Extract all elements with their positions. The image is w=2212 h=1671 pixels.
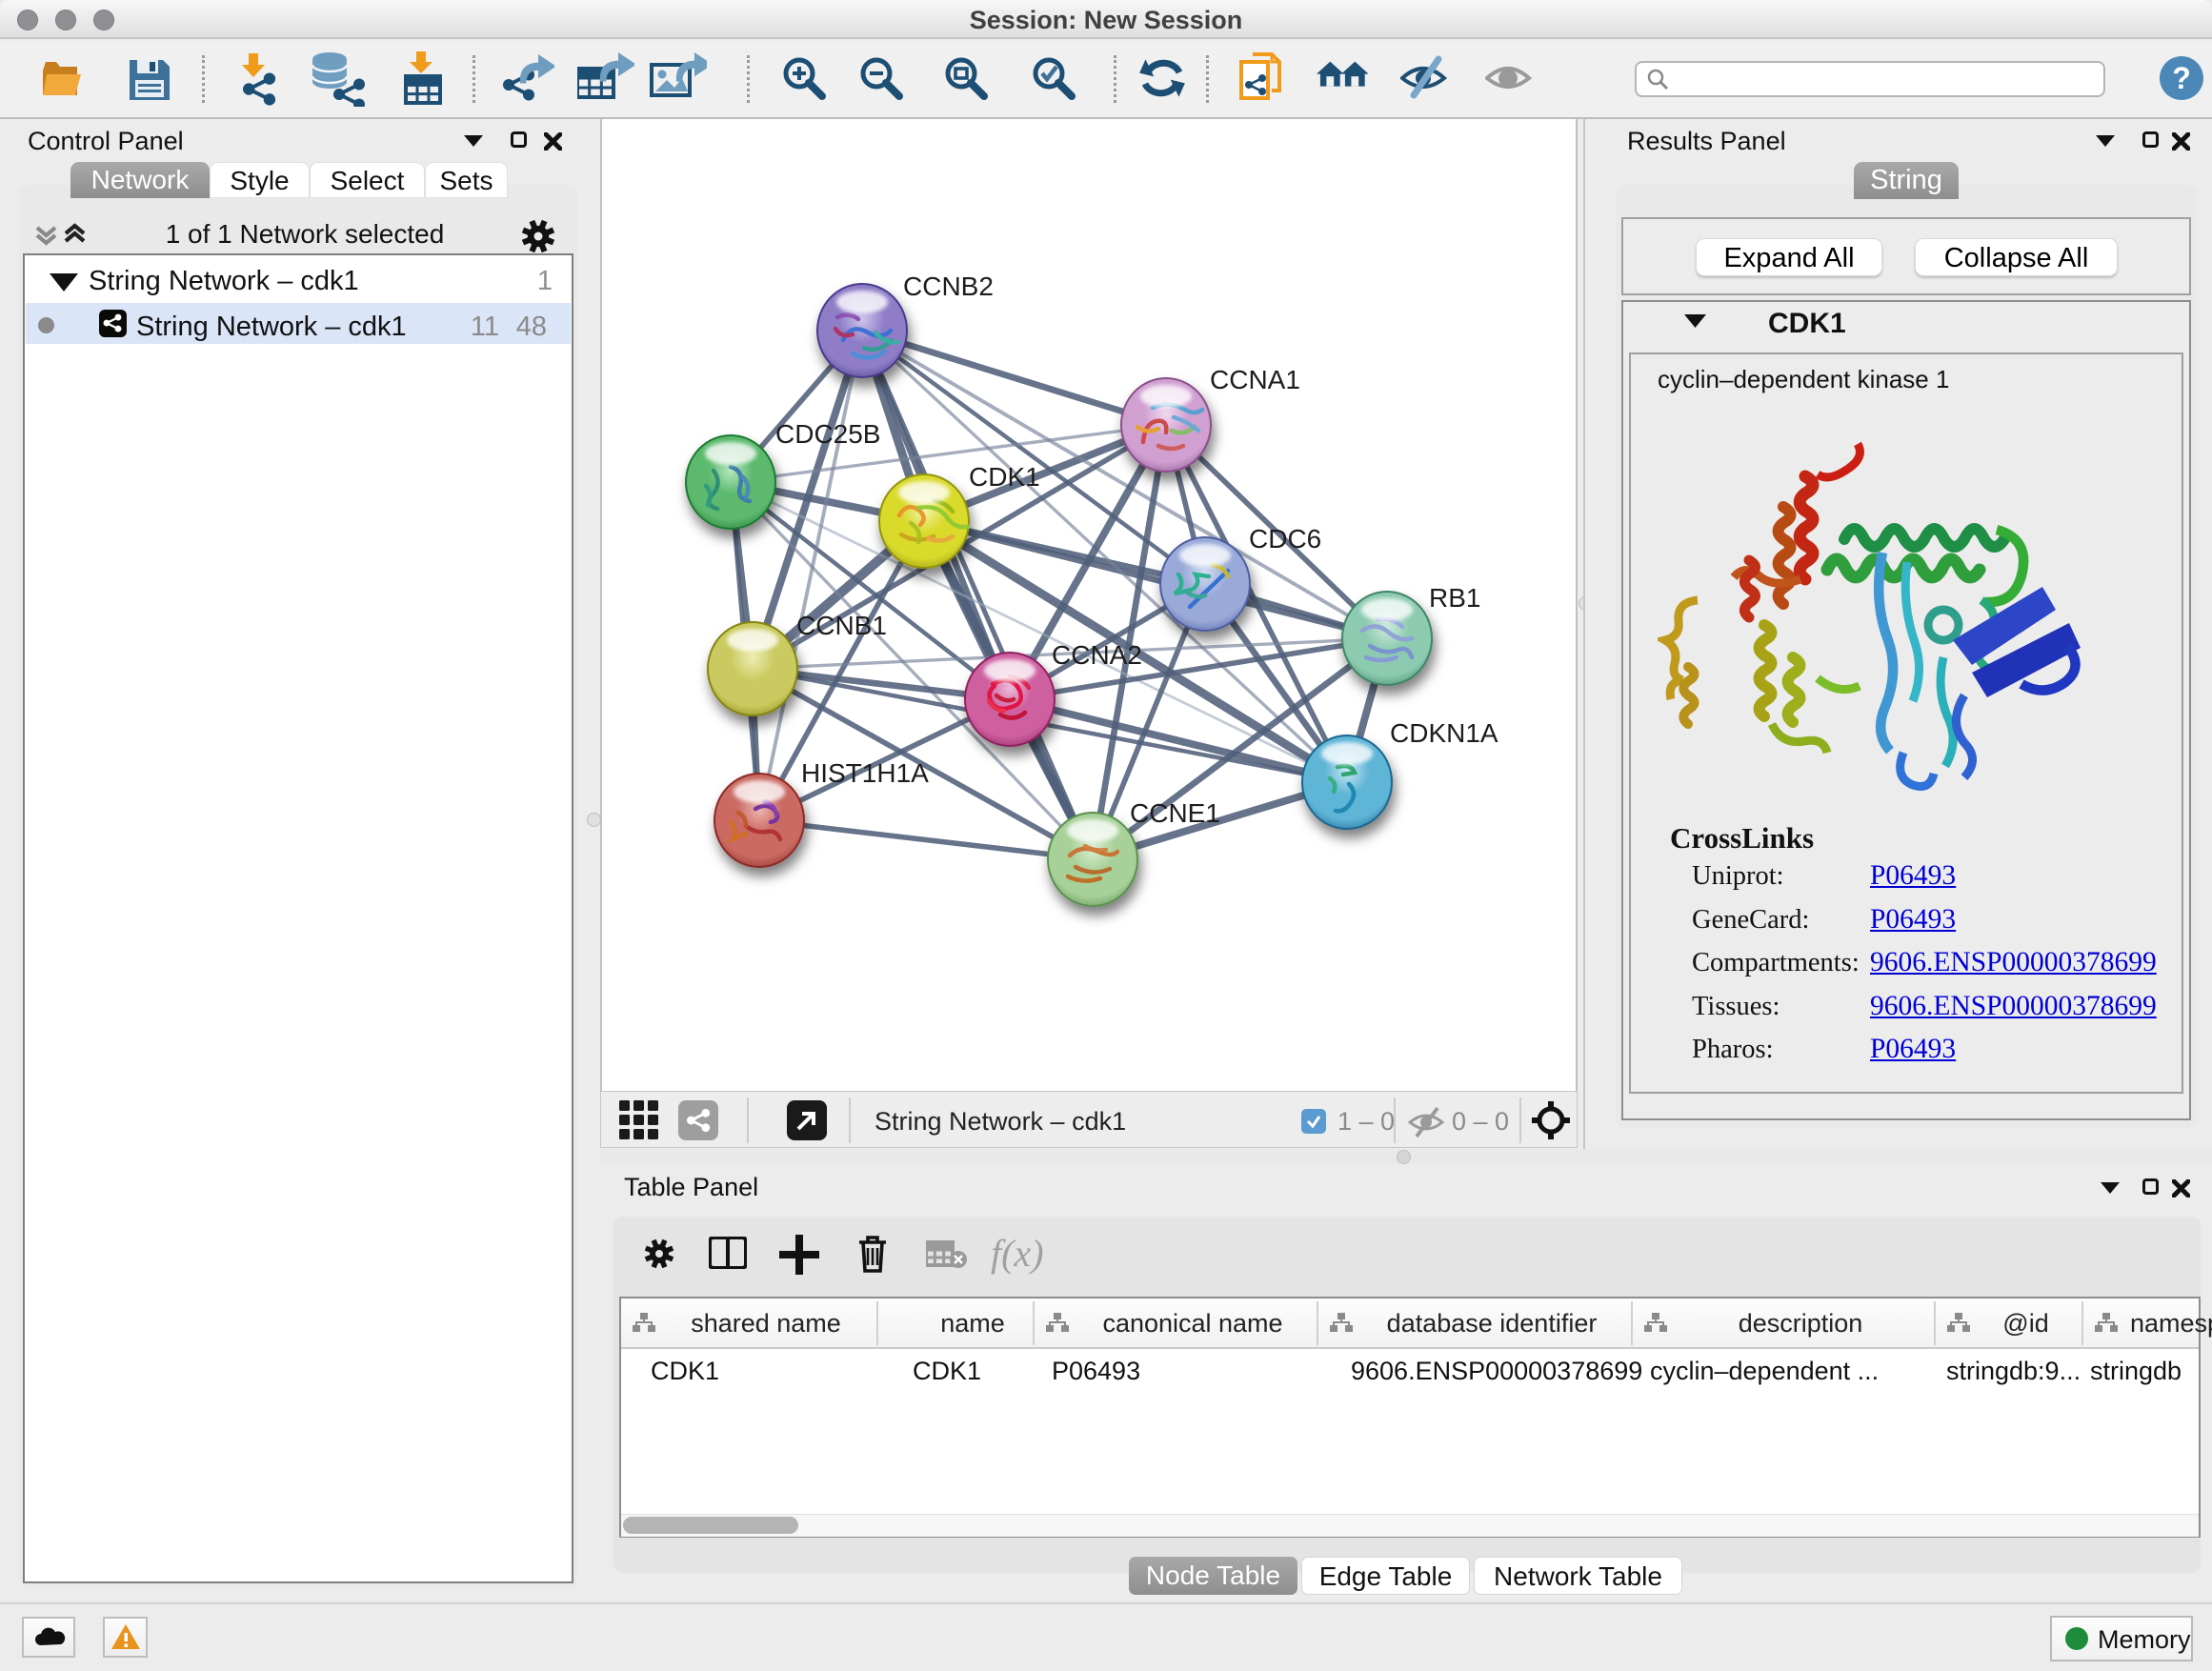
svg-text:HIST1H1A: HIST1H1A [801,758,929,788]
svg-text:CCNE1: CCNE1 [1130,798,1220,828]
svg-text:CCNA2: CCNA2 [1052,640,1142,670]
svg-text:RB1: RB1 [1429,583,1480,613]
svg-text:CDC6: CDC6 [1249,524,1321,554]
svg-text:CDKN1A: CDKN1A [1390,718,1498,748]
svg-text:CCNB2: CCNB2 [903,272,994,301]
svg-text:CCNB1: CCNB1 [796,611,887,640]
svg-text:CCNA1: CCNA1 [1210,365,1300,394]
svg-text:CDC25B: CDC25B [775,419,880,449]
svg-text:CDK1: CDK1 [969,462,1040,492]
